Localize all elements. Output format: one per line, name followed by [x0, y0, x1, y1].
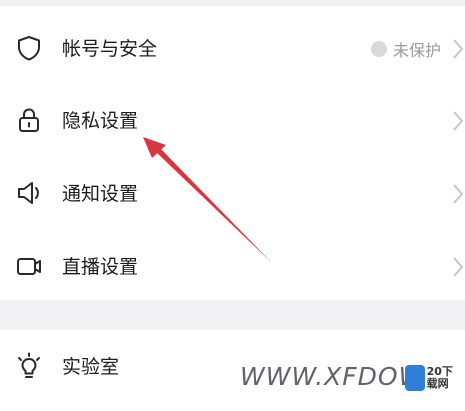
- speaker-icon: [14, 178, 44, 208]
- watermark-logo: 20下载网: [405, 362, 463, 394]
- security-status: 未保护: [370, 37, 441, 61]
- chevron-right-icon: [451, 255, 465, 279]
- watermark: WWW.XFDOW 20下载网: [240, 360, 465, 396]
- chevron-right-icon: [451, 182, 465, 206]
- settings-item-live[interactable]: 直播设置: [0, 228, 465, 300]
- settings-item-label: 直播设置: [62, 256, 139, 278]
- video-camera-icon: [14, 251, 44, 281]
- watermark-text: WWW.XFDOW: [240, 362, 425, 391]
- logo-icon: [405, 365, 425, 391]
- shield-icon: [14, 33, 44, 63]
- settings-item-notifications[interactable]: 通知设置: [0, 155, 465, 227]
- lock-icon: [14, 105, 44, 135]
- watermark-logo-text: 20下载网: [426, 365, 453, 390]
- status-text: 未保护: [392, 41, 441, 60]
- chevron-right-icon: [451, 109, 465, 133]
- status-dot-icon: [370, 41, 387, 57]
- settings-item-label: 通知设置: [62, 183, 139, 205]
- settings-card: 帐号与安全 未保护 隐私设置 通知设置 直播设置: [0, 6, 465, 300]
- settings-item-label: 实验室: [62, 356, 120, 378]
- settings-item-account-security[interactable]: 帐号与安全 未保护: [0, 10, 465, 82]
- settings-screen: 帐号与安全 未保护 隐私设置 通知设置 直播设置 实验室 WWW.XFDOW 2…: [0, 0, 465, 411]
- chevron-right-icon: [451, 37, 465, 61]
- settings-item-privacy[interactable]: 隐私设置: [0, 82, 465, 154]
- lightbulb-icon: [14, 352, 44, 382]
- settings-item-label: 隐私设置: [62, 110, 139, 132]
- settings-item-label: 帐号与安全: [62, 38, 158, 60]
